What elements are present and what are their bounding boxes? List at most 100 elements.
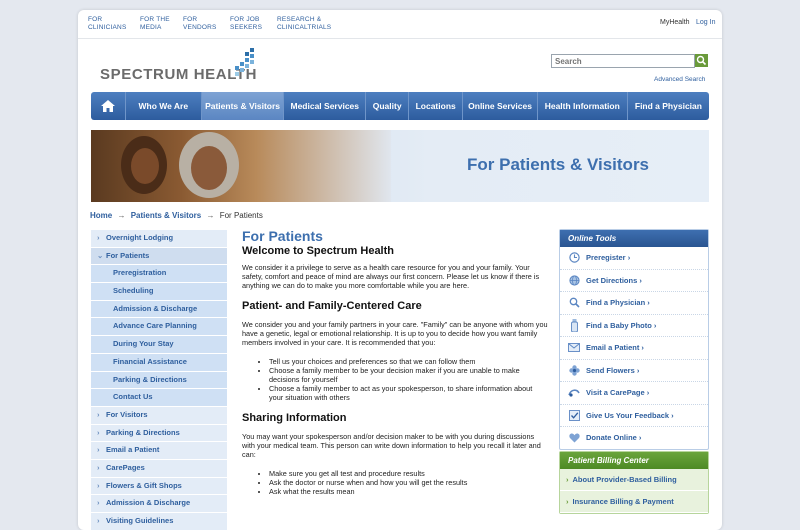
leftnav-sub-scheduling[interactable]: Scheduling [91, 283, 227, 301]
list-item: Ask the doctor or nurse when and how you… [269, 478, 548, 487]
chevron-right-icon: › [97, 480, 100, 490]
chevron-right-icon: › [97, 445, 100, 455]
carepage-icon [568, 387, 580, 399]
leftnav-item-label: Visiting Guidelines [106, 516, 174, 525]
online-tools-panel: Online Tools Preregister › Get Direction… [559, 229, 709, 450]
leftnav-sub-admission-discharge[interactable]: Admission & Discharge [91, 300, 227, 319]
myhealth-link[interactable]: MyHealth [660, 19, 690, 26]
banner-title: For Patients & Visitors [467, 155, 650, 174]
breadcrumb-separator: → [117, 211, 126, 220]
tool-send-flowers[interactable]: Send Flowers › [560, 360, 708, 382]
leftnav-item-label: Email a Patient [106, 445, 160, 455]
leftnav-item-flowers-gifts[interactable]: › Flowers & Gift Shops [91, 477, 227, 496]
advanced-search-link[interactable]: Advanced Search [654, 76, 705, 83]
nav-home-button[interactable] [91, 92, 126, 120]
leftnav-sub-parking-directions[interactable]: Parking & Directions [91, 371, 227, 390]
tool-preregister[interactable]: Preregister › [560, 247, 708, 270]
flower-icon [568, 364, 580, 376]
sharing-info-list: Make sure you get all test and procedure… [242, 469, 548, 496]
util-link-clinicians[interactable]: FOR CLINICIANS [88, 16, 126, 31]
page-title: For Patients [242, 228, 323, 244]
billing-insurance-payment[interactable]: › Insurance Billing & Payment [560, 491, 708, 513]
chevron-right-icon: › [97, 409, 100, 419]
leftnav-item-for-patients[interactable]: ⌄ For Patients [91, 247, 227, 266]
breadcrumb: Home → Patients & Visitors → For Patient… [90, 211, 266, 220]
nav-item-online-services[interactable]: Online Services [463, 92, 538, 120]
leftnav-item-label: Admission & Discharge [106, 498, 191, 508]
breadcrumb-patients-visitors[interactable]: Patients & Visitors [131, 211, 202, 220]
search-input[interactable] [551, 54, 695, 68]
billing-panel: Patient Billing Center › About Provider-B… [559, 451, 709, 514]
leftnav-sub-contact-us[interactable]: Contact Us [91, 389, 227, 407]
nav-item-locations[interactable]: Locations [409, 92, 464, 120]
util-link-media[interactable]: FOR THE MEDIA [140, 16, 170, 31]
nav-item-find-physician[interactable]: Find a Physician [628, 92, 709, 120]
billing-label: Insurance Billing & Payment [572, 497, 674, 506]
tool-label: Find a Physician › [586, 298, 650, 308]
leftnav-item-visiting-guidelines[interactable]: › Visiting Guidelines [91, 513, 227, 530]
nav-item-medical-services[interactable]: Medical Services [284, 92, 367, 120]
leftnav-item-admission-discharge[interactable]: › Admission & Discharge [91, 495, 227, 513]
util-link-job-seekers[interactable]: FOR JOB SEEKERS [230, 16, 262, 31]
photo-face-left [131, 148, 159, 184]
sharing-info-paragraph: You may want your spokesperson and/or de… [242, 432, 541, 459]
leftnav-sub-financial-assistance[interactable]: Financial Assistance [91, 353, 227, 372]
leftnav-item-for-visitors[interactable]: › For Visitors [91, 406, 227, 425]
list-item: Choose a family member to act as your sp… [269, 384, 548, 402]
breadcrumb-current: For Patients [219, 211, 263, 220]
hero-banner: For Patients & Visitors [91, 130, 709, 202]
tool-label: Donate Online › [586, 433, 642, 443]
leftnav-item-overnight-lodging[interactable]: › Overnight Lodging [91, 230, 227, 248]
search-icon [696, 55, 707, 66]
globe-icon [568, 274, 580, 286]
leftnav-item-email-patient[interactable]: › Email a Patient [91, 442, 227, 460]
tool-find-physician[interactable]: Find a Physician › [560, 292, 708, 315]
breadcrumb-home[interactable]: Home [90, 211, 112, 220]
tool-get-directions[interactable]: Get Directions › [560, 270, 708, 292]
chevron-right-icon: › [566, 475, 569, 484]
envelope-icon [568, 342, 580, 354]
leftnav-item-carepages[interactable]: › CarePages [91, 459, 227, 478]
intro-paragraph: We consider it a privilege to serve as a… [242, 263, 540, 290]
leftnav-sub-preregistration[interactable]: Preregistration [91, 265, 227, 284]
tool-visit-carepage[interactable]: Visit a CarePage › [560, 382, 708, 405]
tool-give-feedback[interactable]: Give Us Your Feedback › [560, 405, 708, 427]
login-link[interactable]: Log In [696, 19, 715, 26]
tool-email-patient[interactable]: Email a Patient › [560, 337, 708, 360]
leftnav-item-parking-directions[interactable]: › Parking & Directions [91, 424, 227, 443]
nav-item-health-information[interactable]: Health Information [538, 92, 628, 120]
leftnav-item-label: For Patients [106, 250, 150, 260]
main-nav: Who We Are Patients & Visitors Medical S… [91, 92, 709, 120]
search-button[interactable] [695, 54, 708, 67]
util-link-vendors[interactable]: FOR VENDORS [183, 16, 217, 31]
nav-item-patients-visitors[interactable]: Patients & Visitors [201, 92, 285, 120]
photo-face-right [191, 146, 227, 190]
chevron-right-icon: › [566, 497, 569, 506]
nav-item-quality[interactable]: Quality [366, 92, 409, 120]
nav-item-who-we-are[interactable]: Who We Are [126, 92, 202, 120]
leftnav-item-label: For Visitors [106, 409, 148, 419]
heart-icon [568, 432, 580, 444]
leftnav-item-label: Overnight Lodging [106, 233, 174, 242]
leftnav-sub-during-stay[interactable]: During Your Stay [91, 336, 227, 354]
chevron-down-icon: ⌄ [97, 250, 104, 260]
billing-about-provider-based[interactable]: › About Provider-Based Billing [560, 469, 708, 491]
tool-label: Get Directions › [586, 275, 642, 285]
tool-label: Find a Baby Photo › [586, 320, 657, 330]
chevron-right-icon: › [97, 498, 100, 508]
checkbox-icon [568, 409, 580, 421]
welcome-heading: Welcome to Spectrum Health [242, 245, 394, 257]
tool-find-baby-photo[interactable]: Find a Baby Photo › [560, 315, 708, 337]
family-care-paragraph: We consider you and your family partners… [242, 320, 548, 347]
util-link-research[interactable]: RESEARCH & CLINICALTRIALS [277, 16, 331, 31]
home-icon [100, 100, 115, 112]
leftnav-sub-advance-care[interactable]: Advance Care Planning [91, 318, 227, 337]
list-item: Ask what the results mean [269, 487, 548, 496]
leftnav-item-label: Parking & Directions [106, 427, 180, 437]
clock-icon [568, 252, 580, 264]
chevron-right-icon: › [97, 427, 100, 437]
main-content: For Patients Welcome to Spectrum Health … [242, 228, 548, 506]
list-item: Tell us your choices and preferences so … [269, 357, 548, 366]
tool-donate-online[interactable]: Donate Online › [560, 427, 708, 449]
logo-mark-icon [235, 48, 254, 76]
